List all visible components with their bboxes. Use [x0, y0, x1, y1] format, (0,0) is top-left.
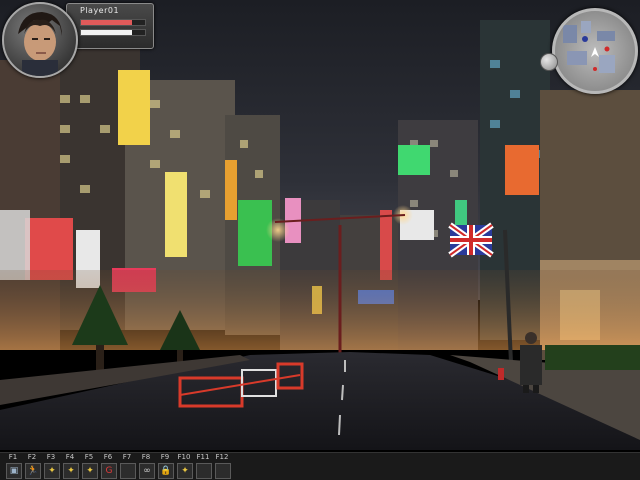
hotkey-slot[interactable]: F4 ✦ [61, 453, 79, 480]
hotkey-slot[interactable]: F7 [118, 453, 136, 480]
hotkey-label: F3 [46, 453, 56, 461]
hotkey-label: F11 [196, 453, 210, 461]
hotkey-label: F9 [160, 453, 170, 461]
energy-bar [80, 29, 146, 36]
player-portrait-icon [18, 12, 62, 76]
hotkey-label: F12 [215, 453, 229, 461]
energy-bar-fill [81, 30, 133, 35]
hotkey-label: F2 [27, 453, 37, 461]
neon-sign [0, 210, 30, 280]
player-avatar[interactable] [2, 2, 78, 78]
hotkey-slot[interactable]: F3 ✦ [42, 453, 60, 480]
health-bar [80, 19, 146, 26]
hedge [545, 345, 640, 370]
hotkey-slot[interactable]: F2 🏃 [23, 453, 41, 480]
portrait-icon[interactable]: ▣ [6, 463, 22, 479]
bulb-icon[interactable]: ✦ [44, 463, 60, 479]
hotkey-label: F4 [65, 453, 75, 461]
hotkey-label: F7 [122, 453, 132, 461]
empty-slot[interactable] [215, 463, 231, 479]
hotkey-slot[interactable]: F6 G [99, 453, 117, 480]
empty-slot[interactable] [120, 463, 136, 479]
neon-sign [225, 160, 237, 220]
hotkey-slot[interactable]: F9 🔒 [156, 453, 174, 480]
union-jack-flag [448, 222, 494, 258]
lock-icon[interactable]: 🔒 [158, 463, 174, 479]
hotkey-label: F10 [177, 453, 191, 461]
hotkey-label: F5 [84, 453, 94, 461]
fire-hydrant [498, 368, 504, 380]
neon-sign [380, 210, 392, 280]
hotkey-label: F6 [103, 453, 113, 461]
player-status-panel: Player01 [0, 0, 160, 80]
minimap[interactable] [552, 8, 638, 94]
hotkey-slot[interactable]: F1 ▣ [4, 453, 22, 480]
g-emblem-icon[interactable]: G [101, 463, 117, 479]
health-bar-fill [81, 20, 133, 25]
neon-sign [505, 145, 539, 195]
hotkey-slot[interactable]: F8 ∞ [137, 453, 155, 480]
hotkey-slot[interactable]: F10 ✦ [175, 453, 193, 480]
empty-slot[interactable] [196, 463, 212, 479]
hotkey-slot[interactable]: F5 ✦ [80, 453, 98, 480]
bulb-icon[interactable]: ✦ [82, 463, 98, 479]
game-viewport: Player01 F1 ▣ F2 🏃 F3 ✦ F4 ✦ F5 ✦ F6 G F7 F8 ∞ F9 🔒 F10 ✦ F… [0, 0, 640, 480]
link-icon[interactable]: ∞ [139, 463, 155, 479]
hotkey-slot[interactable]: F12 [213, 453, 231, 480]
neon-sign [118, 70, 150, 145]
compass-map-icon [563, 21, 615, 73]
hotkey-bar: F1 ▣ F2 🏃 F3 ✦ F4 ✦ F5 ✦ F6 G F7 F8 ∞ F9 🔒 F10 ✦ F11 F12 [0, 452, 640, 480]
hotkey-label: F1 [8, 453, 18, 461]
hotkey-slot[interactable]: F11 [194, 453, 212, 480]
bulb-icon[interactable]: ✦ [63, 463, 79, 479]
hotkey-label: F8 [141, 453, 151, 461]
neon-sign [398, 145, 430, 175]
neon-sign [165, 172, 187, 257]
running-man-icon[interactable]: 🏃 [25, 463, 41, 479]
player-name: Player01 [80, 6, 120, 15]
minimap-zoom-button[interactable] [540, 53, 558, 71]
bulb-icon[interactable]: ✦ [177, 463, 193, 479]
